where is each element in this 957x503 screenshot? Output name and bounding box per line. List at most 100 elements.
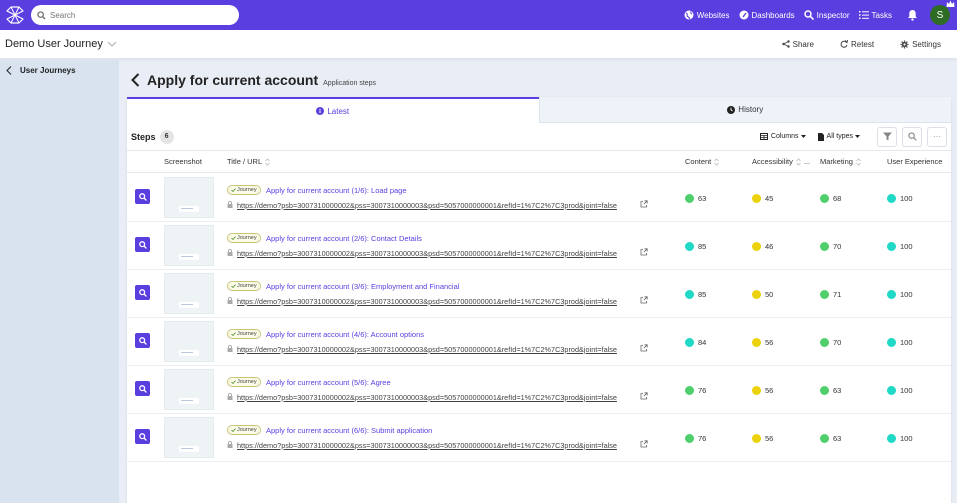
step-url-link[interactable]: https://demo?psb=3007310000002&pss=30073… <box>237 249 617 258</box>
search-icon <box>803 10 814 20</box>
lock-icon <box>227 345 233 352</box>
header-accessibility[interactable]: Accessibility... <box>752 157 810 166</box>
table-icon <box>759 133 768 140</box>
nav-dashboards[interactable]: Dashboards <box>739 10 795 20</box>
step-screenshot-thumbnail[interactable] <box>164 369 214 410</box>
app-logo[interactable] <box>4 4 26 26</box>
user-experience-score-value: 100 <box>900 194 913 203</box>
step-url-link[interactable]: https://demo?psb=3007310000002&pss=30073… <box>237 345 617 354</box>
step-title-link[interactable]: Apply for current account (6/6): Submit … <box>266 426 432 435</box>
external-link-icon[interactable] <box>640 296 648 304</box>
step-title-link[interactable]: Apply for current account (4/6): Account… <box>266 330 424 339</box>
accessibility-score-value: 56 <box>765 338 774 347</box>
columns-dropdown[interactable]: Columns <box>759 133 806 140</box>
search-input[interactable] <box>50 10 220 20</box>
notifications-button[interactable] <box>907 9 918 21</box>
more-options-button[interactable]: ··· <box>927 126 947 147</box>
header-marketing[interactable]: Marketing <box>820 157 861 166</box>
marketing-score: 63 <box>820 386 841 395</box>
header-title-url[interactable]: Title / URL <box>227 157 270 166</box>
thumbnail-content <box>179 254 199 260</box>
user-experience-score-value: 100 <box>900 242 913 251</box>
retest-button[interactable]: Retest <box>840 40 874 49</box>
nav-inspector[interactable]: Inspector <box>803 10 850 20</box>
globe-icon <box>684 10 694 20</box>
accessibility-score-dot <box>752 194 761 203</box>
nav-tasks[interactable]: Tasks <box>858 10 892 20</box>
types-dropdown[interactable]: All types <box>817 132 860 141</box>
journey-header: Demo User Journey Share Retest Settings <box>0 30 957 59</box>
external-link-icon[interactable] <box>640 440 648 448</box>
step-url-link[interactable]: https://demo?psb=3007310000002&pss=30073… <box>237 441 617 450</box>
settings-button[interactable]: Settings <box>900 40 941 49</box>
user-avatar[interactable]: S <box>930 0 955 25</box>
header-user-experience[interactable]: User Experience <box>887 157 942 166</box>
journey-badge-label: Journey <box>237 427 257 433</box>
external-link-icon[interactable] <box>640 392 648 400</box>
user-experience-score-dot <box>887 194 896 203</box>
step-title-link[interactable]: Apply for current account (3/6): Employm… <box>266 282 459 291</box>
step-screenshot-thumbnail[interactable] <box>164 177 214 218</box>
marketing-score: 70 <box>820 242 841 251</box>
step-title-link[interactable]: Apply for current account (2/6): Contact… <box>266 234 422 243</box>
external-link-icon[interactable] <box>640 200 648 208</box>
caret-down-icon <box>855 135 860 138</box>
check-icon <box>231 380 236 384</box>
user-experience-score-value: 100 <box>900 338 913 347</box>
nav-inspector-label: Inspector <box>816 10 850 20</box>
tab-history[interactable]: History <box>538 97 951 123</box>
accessibility-score-value: 50 <box>765 290 774 299</box>
user-experience-score: 100 <box>887 434 913 443</box>
step-url-link[interactable]: https://demo?psb=3007310000002&pss=30073… <box>237 201 617 210</box>
step-url-link[interactable]: https://demo?psb=3007310000002&pss=30073… <box>237 297 617 306</box>
step-screenshot-thumbnail[interactable] <box>164 273 214 314</box>
inspect-step-button[interactable] <box>135 333 150 348</box>
step-screenshot-thumbnail[interactable] <box>164 321 214 362</box>
header-accessibility-ellipsis: ... <box>803 157 811 166</box>
external-link-icon[interactable] <box>640 344 648 352</box>
search-icon <box>138 336 147 345</box>
search-icon <box>907 132 917 141</box>
accessibility-score: 50 <box>752 290 773 299</box>
lock-icon <box>227 201 233 208</box>
inspect-step-button[interactable] <box>135 429 150 444</box>
tab-history-label: History <box>738 105 764 114</box>
journey-selector[interactable]: Demo User Journey <box>5 38 117 50</box>
accessibility-score-dot <box>752 434 761 443</box>
step-title-link[interactable]: Apply for current account (1/6): Load pa… <box>266 186 407 195</box>
search-icon <box>138 192 147 201</box>
filter-button[interactable] <box>877 126 897 147</box>
step-url-link[interactable]: https://demo?psb=3007310000002&pss=30073… <box>237 393 617 402</box>
lock-icon <box>227 249 233 256</box>
nav-websites[interactable]: Websites <box>684 10 730 20</box>
tab-latest-label: Latest <box>327 106 350 116</box>
accessibility-score-dot <box>752 338 761 347</box>
steps-count-badge: 6 <box>159 129 174 144</box>
step-screenshot-thumbnail[interactable] <box>164 225 214 266</box>
external-link-icon[interactable] <box>640 248 648 256</box>
step-title-link[interactable]: Apply for current account (5/6): Agree <box>266 378 391 387</box>
content-score-value: 76 <box>698 386 707 395</box>
user-experience-score: 100 <box>887 290 913 299</box>
back-to-user-journeys[interactable]: User Journeys <box>6 66 119 75</box>
content-score-dot <box>685 434 694 443</box>
user-experience-score-dot <box>887 242 896 251</box>
steps-label: Steps <box>131 131 156 142</box>
gear-icon <box>900 39 909 49</box>
back-chevron-icon[interactable] <box>131 73 140 87</box>
more-icon: ··· <box>933 132 941 141</box>
header-content[interactable]: Content <box>685 157 720 166</box>
page-subtitle: Application steps <box>323 80 377 87</box>
inspect-step-button[interactable] <box>135 285 150 300</box>
table-search-button[interactable] <box>902 126 922 147</box>
global-search[interactable] <box>31 5 239 25</box>
inspect-step-button[interactable] <box>135 381 150 396</box>
inspect-step-button[interactable] <box>135 189 150 204</box>
nav-websites-label: Websites <box>696 10 730 20</box>
caret-down-icon <box>800 135 806 138</box>
step-screenshot-thumbnail[interactable] <box>164 417 214 458</box>
tab-latest[interactable]: Latest <box>127 97 539 123</box>
share-button[interactable]: Share <box>781 40 814 49</box>
inspect-step-button[interactable] <box>135 237 150 252</box>
accessibility-score: 56 <box>752 338 773 347</box>
